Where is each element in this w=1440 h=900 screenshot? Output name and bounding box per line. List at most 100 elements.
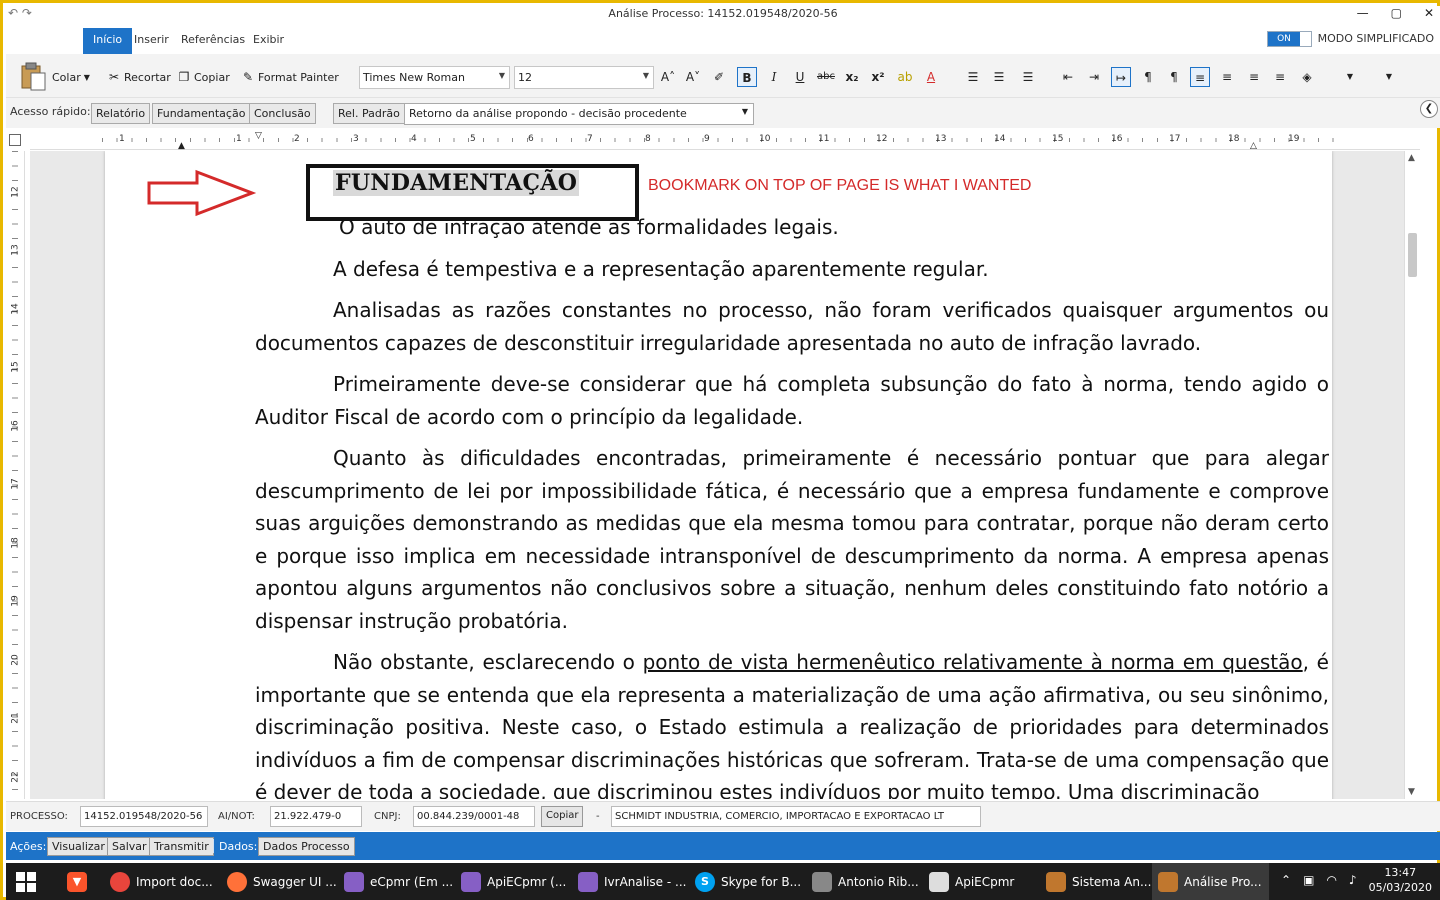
numbered-list-icon[interactable]: ☰	[989, 67, 1009, 87]
relatorio-button[interactable]: Relatório	[91, 103, 151, 124]
clock[interactable]: 13:47 05/03/2020	[1369, 865, 1432, 895]
taskbar-item[interactable]: ApiECpmr	[923, 863, 1020, 900]
minimize-icon[interactable]: —	[1357, 6, 1369, 20]
strikethrough-icon[interactable]: abc	[816, 67, 836, 87]
shading-icon[interactable]: ◈	[1297, 67, 1317, 87]
windows-start-icon[interactable]	[16, 872, 36, 892]
maximize-icon[interactable]: ▢	[1391, 6, 1402, 20]
cnpj-field[interactable]: 00.844.239/0001-48	[413, 806, 535, 827]
document-page[interactable]: FUNDAMENTAÇÃO BOOKMARK ON TOP OF PAGE IS…	[105, 151, 1332, 799]
fundamentacao-button[interactable]: Fundamentação	[152, 103, 251, 124]
transmitir-button[interactable]: Transmitir	[149, 837, 214, 856]
window-title: Análise Processo: 14152.019548/2020-56	[608, 7, 838, 20]
vertical-scrollbar[interactable]: ▲ ▼	[1404, 151, 1420, 799]
scrollbar-thumb[interactable]	[1408, 233, 1417, 277]
vertical-ruler[interactable]: 12 13 14 15 16 17 18 19 20 21 22	[7, 151, 25, 799]
simplified-mode-toggle[interactable]: ON	[1267, 31, 1312, 47]
align-left-icon[interactable]: ≡	[1190, 67, 1210, 87]
close-icon[interactable]: ✕	[1424, 6, 1434, 20]
highlight-icon[interactable]: ab	[895, 67, 915, 87]
taskbar-item[interactable]: Antonio Rib...	[806, 863, 925, 900]
more-options-icon[interactable]: ▼	[1379, 67, 1399, 87]
processo-field[interactable]: 14152.019548/2020-56	[80, 806, 208, 827]
multilevel-list-icon[interactable]: ☰	[1018, 67, 1038, 87]
tab-exibir[interactable]: Exibir	[243, 28, 294, 54]
ruler-number: 7	[587, 134, 593, 144]
align-center-icon[interactable]: ≡	[1217, 67, 1237, 87]
bold-icon[interactable]: B	[737, 67, 757, 87]
wifi-icon[interactable]: ◠	[1326, 873, 1336, 887]
paragraph: A defesa é tempestiva e a representação …	[333, 256, 989, 281]
company-name-field[interactable]: SCHMIDT INDUSTRIA, COMERCIO, IMPORTACAO …	[611, 806, 981, 827]
rel-padrao-button[interactable]: Rel. Padrão	[333, 103, 405, 124]
shrink-font-icon[interactable]: A˅	[683, 67, 703, 87]
show-marks-icon[interactable]: ¶	[1164, 67, 1184, 87]
system-tray: ⌃ ▣ ◠ ♪ 13:47 05/03/2020	[1281, 865, 1432, 895]
taskbar-item[interactable]: IvrAnalise - ...	[572, 863, 692, 900]
taskbar-item[interactable]: Sistema An...	[1040, 863, 1157, 900]
scroll-up-icon[interactable]: ▲	[1408, 153, 1415, 163]
taskbar-item[interactable]: S Skype for B...	[689, 863, 807, 900]
scissors-icon: ✂	[108, 70, 120, 84]
paragraph: Primeiramente deve-se considerar que há …	[255, 372, 1329, 429]
clock-date: 05/03/2020	[1368, 881, 1432, 894]
more-options-icon[interactable]: ▼	[1340, 67, 1360, 87]
windows-taskbar: ▼ Import doc... Swagger UI ... eCpmr (Em…	[6, 863, 1440, 900]
rtl-text-icon[interactable]: ¶	[1138, 67, 1158, 87]
scroll-down-icon[interactable]: ▼	[1408, 787, 1415, 797]
ruler-ticks	[102, 130, 1334, 150]
title-bar: ↶ ↷ Análise Processo: 14152.019548/2020-…	[6, 6, 1440, 24]
increase-indent-icon[interactable]: ⇥	[1084, 67, 1104, 87]
taskbar-brave[interactable]: ▼	[61, 863, 93, 900]
paste-button[interactable]: Colar ▼	[52, 66, 90, 88]
actions-label: Ações:	[10, 840, 47, 853]
quick-access-label: Acesso rápido:	[10, 105, 91, 118]
template-select[interactable]: Retorno da análise propondo - decisão pr…	[404, 103, 754, 125]
ruler-number: 22	[10, 771, 21, 783]
taskbar-item[interactable]: eCpmr (Em ...	[338, 863, 459, 900]
format-painter-button[interactable]: ✎ Format Painter	[241, 66, 339, 88]
copy-cnpj-button[interactable]: Copiar	[541, 806, 584, 827]
justify-icon[interactable]: ≡	[1270, 67, 1290, 87]
cut-button[interactable]: ✂ Recortar	[107, 66, 171, 88]
document-area[interactable]: FUNDAMENTAÇÃO BOOKMARK ON TOP OF PAGE IS…	[30, 151, 1420, 799]
dados-processo-button[interactable]: Dados Processo	[258, 837, 355, 856]
underline-icon[interactable]: U	[790, 67, 810, 87]
network-icon[interactable]: ▣	[1303, 873, 1314, 887]
italic-icon[interactable]: I	[764, 67, 784, 87]
grow-font-icon[interactable]: A˄	[658, 67, 678, 87]
simplified-mode-label: MODO SIMPLIFICADO	[1317, 32, 1434, 45]
paste-icon[interactable]	[20, 62, 48, 92]
ruler-number: 1	[236, 134, 242, 144]
font-size-select[interactable]: 12 ▼	[514, 66, 654, 89]
taskbar-item-active[interactable]: Análise Pro...	[1152, 863, 1269, 900]
ltr-text-icon[interactable]: ↦	[1111, 67, 1131, 87]
conclusao-button[interactable]: Conclusão	[249, 103, 316, 124]
document-body[interactable]: O auto de infração atende as formalidade…	[255, 211, 1329, 799]
volume-icon[interactable]: ♪	[1349, 873, 1357, 887]
left-indent-marker[interactable]: ▲	[178, 141, 185, 151]
visualizar-button[interactable]: Visualizar	[47, 837, 110, 856]
chevron-up-icon[interactable]: ⌃	[1281, 873, 1291, 887]
right-indent-marker[interactable]: △	[1250, 141, 1257, 151]
salvar-button[interactable]: Salvar	[107, 837, 152, 856]
first-line-indent-marker[interactable]: ▽	[255, 131, 262, 141]
ainot-field[interactable]: 21.922.479-0	[270, 806, 362, 827]
taskbar-item[interactable]: Import doc...	[104, 863, 219, 900]
align-right-icon[interactable]: ≡	[1244, 67, 1264, 87]
horizontal-ruler[interactable]: 1 1 2 3 4 5 6 7 8 9 10 11 12 13 14 15 16…	[30, 130, 1420, 151]
bullet-list-icon[interactable]: ☰	[963, 67, 983, 87]
superscript-icon[interactable]: x²	[868, 67, 888, 87]
collapse-panel-icon[interactable]: ❮	[1420, 100, 1438, 118]
subscript-icon[interactable]: x₂	[842, 67, 862, 87]
ruler-tab-selector[interactable]	[9, 134, 21, 146]
taskbar-item[interactable]: ApiECpmr (...	[455, 863, 572, 900]
chevron-down-icon: ▼	[83, 72, 90, 82]
taskbar-item[interactable]: Swagger UI ...	[221, 863, 343, 900]
font-family-select[interactable]: Times New Roman ▼	[359, 66, 510, 89]
red-arrow-icon	[147, 169, 257, 217]
decrease-indent-icon[interactable]: ⇤	[1058, 67, 1078, 87]
clear-format-icon[interactable]: ✐	[709, 67, 729, 87]
copy-button[interactable]: ❐ Copiar	[177, 66, 230, 88]
font-color-icon[interactable]: A	[921, 67, 941, 87]
